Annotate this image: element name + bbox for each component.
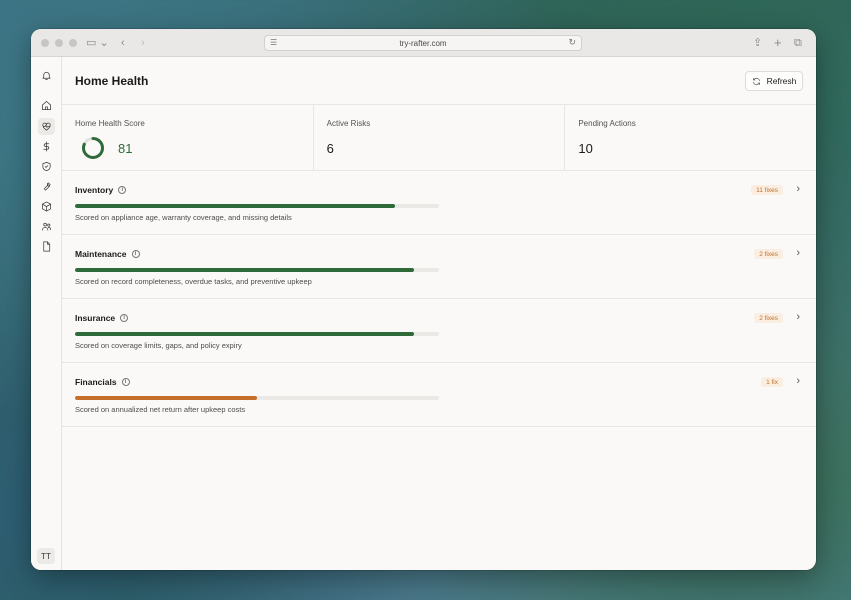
url-text: try-rafter.com	[399, 38, 447, 48]
chevron-right-icon[interactable]: ›	[796, 311, 800, 323]
chevron-right-icon[interactable]: ›	[796, 183, 800, 195]
stat-value: 6	[326, 141, 334, 156]
info-icon[interactable]: i	[131, 250, 140, 258]
close-window-button[interactable]	[41, 39, 49, 47]
refresh-icon	[752, 77, 760, 85]
stat-label: Pending Actions	[578, 119, 636, 128]
stat-active-risks: Active Risks 6	[314, 105, 566, 170]
score-display: 81	[81, 136, 132, 160]
category-description: Scored on coverage limits, gaps, and pol…	[75, 341, 242, 350]
category-title: Inventory i	[75, 185, 127, 195]
wrench-icon[interactable]	[38, 178, 55, 195]
reader-icon[interactable]: ☰	[270, 38, 277, 47]
stat-value: 10	[578, 141, 593, 156]
category-row-maintenance[interactable]: Maintenance i Scored on record completen…	[62, 235, 816, 299]
window-controls	[41, 39, 77, 47]
browser-window: ▭ ⌄ ‹ › ☰ try-rafter.com ↻ ⇪ + ⧉ TT Home…	[31, 29, 816, 570]
shield-icon[interactable]	[38, 158, 55, 175]
new-tab-icon[interactable]: +	[774, 35, 782, 50]
page-title: Home Health	[75, 74, 149, 88]
reload-icon[interactable]: ↻	[568, 37, 576, 48]
home-icon[interactable]	[38, 97, 55, 114]
app-sidebar: TT	[31, 57, 62, 570]
category-description: Scored on record completeness, overdue t…	[75, 277, 312, 286]
forward-icon[interactable]: ›	[141, 35, 145, 51]
refresh-button[interactable]: Refresh	[745, 71, 803, 91]
category-row-financials[interactable]: Financials i Scored on annualized net re…	[62, 363, 816, 427]
browser-titlebar: ▭ ⌄ ‹ › ☰ try-rafter.com ↻ ⇪ + ⧉	[31, 29, 816, 57]
score-bar	[75, 204, 439, 208]
category-description: Scored on annualized net return after up…	[75, 405, 246, 414]
score-bar	[75, 332, 439, 336]
score-bar	[75, 396, 439, 400]
share-icon[interactable]: ⇪	[753, 35, 762, 51]
info-icon[interactable]: i	[120, 314, 129, 322]
category-description: Scored on appliance age, warranty covera…	[75, 213, 292, 222]
score-bar-fill	[75, 396, 257, 400]
score-bar	[75, 268, 439, 272]
stat-label: Active Risks	[326, 119, 371, 128]
score-value: 81	[118, 140, 133, 156]
score-bar-fill	[75, 204, 396, 208]
users-icon[interactable]	[38, 218, 55, 235]
maximize-window-button[interactable]	[69, 39, 77, 47]
minimize-window-button[interactable]	[55, 39, 63, 47]
stat-health-score: Home Health Score 81	[62, 105, 314, 170]
main-content: Home Health Refresh Home Health Score 81…	[62, 57, 816, 570]
fixes-badge: 2 fixes	[754, 313, 783, 323]
box-icon[interactable]	[38, 198, 55, 215]
info-icon[interactable]: i	[118, 186, 127, 194]
fixes-badge: 1 fix	[761, 377, 783, 387]
stat-label: Home Health Score	[75, 119, 145, 128]
category-name: Insurance	[75, 313, 116, 323]
category-row-inventory[interactable]: Inventory i Scored on appliance age, war…	[62, 171, 816, 235]
dollar-icon[interactable]	[38, 138, 55, 155]
user-avatar[interactable]: TT	[37, 548, 55, 564]
category-title: Financials i	[75, 377, 130, 387]
fixes-badge: 2 fixes	[754, 249, 783, 259]
category-title: Maintenance i	[75, 249, 140, 259]
score-ring-icon	[82, 137, 104, 159]
stat-pending-actions: Pending Actions 10	[565, 105, 816, 170]
category-row-insurance[interactable]: Insurance i Scored on coverage limits, g…	[62, 299, 816, 363]
document-icon[interactable]	[38, 238, 55, 255]
score-bar-fill	[75, 268, 414, 272]
bell-icon[interactable]	[38, 67, 55, 84]
category-title: Insurance i	[75, 313, 129, 323]
fixes-badge: 11 fixes	[751, 185, 783, 195]
tab-overview-icon[interactable]: ⧉	[794, 35, 802, 51]
page-header: Home Health Refresh	[62, 57, 816, 105]
back-icon[interactable]: ‹	[121, 35, 125, 51]
score-bar-fill	[75, 332, 414, 336]
heart-pulse-icon[interactable]	[38, 118, 55, 135]
category-name: Maintenance	[75, 249, 127, 259]
info-icon[interactable]: i	[121, 378, 130, 386]
category-name: Inventory	[75, 185, 114, 195]
chevron-right-icon[interactable]: ›	[796, 247, 800, 259]
sidebar-toggle-icon[interactable]: ▭ ⌄	[86, 35, 109, 51]
stats-row: Home Health Score 81 Active Risks 6 Pend…	[62, 105, 816, 171]
category-name: Financials	[75, 377, 117, 387]
refresh-label: Refresh	[766, 76, 797, 86]
address-bar[interactable]: ☰ try-rafter.com ↻	[264, 35, 582, 51]
chevron-right-icon[interactable]: ›	[796, 375, 800, 387]
